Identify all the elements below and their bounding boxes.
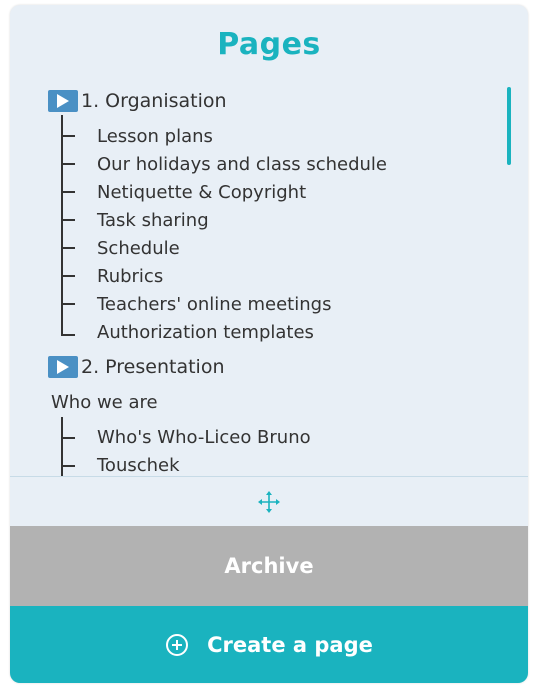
- page-item[interactable]: Rubrics: [97, 262, 163, 290]
- create-page-label: Create a page: [207, 632, 373, 657]
- tree-branch: [61, 334, 75, 336]
- page-item[interactable]: Schedule: [97, 234, 180, 262]
- tree-branch: [61, 247, 75, 249]
- section-label: 2. Presentation: [81, 356, 225, 378]
- tree-line: [61, 417, 63, 477]
- play-icon[interactable]: [48, 356, 78, 378]
- page-item[interactable]: Our holidays and class schedule: [97, 150, 387, 178]
- section-presentation[interactable]: 2. Presentation: [48, 353, 225, 381]
- play-icon[interactable]: [48, 90, 78, 112]
- archive-button[interactable]: Archive: [10, 526, 528, 606]
- tree-branch: [61, 219, 75, 221]
- panel-title: Pages: [217, 27, 321, 62]
- tree-branch: [61, 437, 75, 439]
- scrollbar[interactable]: [507, 87, 511, 165]
- divider: [10, 476, 528, 477]
- create-page-button[interactable]: Create a page: [10, 606, 528, 683]
- page-item[interactable]: Who's Who-Liceo Bruno: [97, 423, 311, 451]
- archive-label: Archive: [224, 554, 314, 578]
- page-item[interactable]: Authorization templates: [97, 318, 314, 346]
- subheading-who-we-are[interactable]: Who we are: [51, 388, 158, 416]
- section-organisation[interactable]: 1. Organisation: [48, 87, 227, 115]
- plus-circle-icon: [165, 633, 189, 657]
- pages-list[interactable]: 1. Organisation Lesson plans Our holiday…: [10, 75, 528, 477]
- page-item[interactable]: Touschek: [97, 451, 180, 477]
- page-item[interactable]: Lesson plans: [97, 122, 213, 150]
- page-item[interactable]: Teachers' online meetings: [97, 290, 331, 318]
- page-item[interactable]: Task sharing: [97, 206, 209, 234]
- tree-branch: [61, 275, 75, 277]
- tree-branch: [61, 303, 75, 305]
- tree-branch: [61, 465, 75, 467]
- tree-branch: [61, 135, 75, 137]
- tree-branch: [61, 163, 75, 165]
- pages-panel: Pages 1. Organisation Lesson plans Our h…: [10, 5, 528, 683]
- move-arrows-icon[interactable]: [258, 491, 280, 513]
- page-item[interactable]: Netiquette & Copyright: [97, 178, 306, 206]
- section-label: 1. Organisation: [81, 90, 227, 112]
- tree-branch: [61, 191, 75, 193]
